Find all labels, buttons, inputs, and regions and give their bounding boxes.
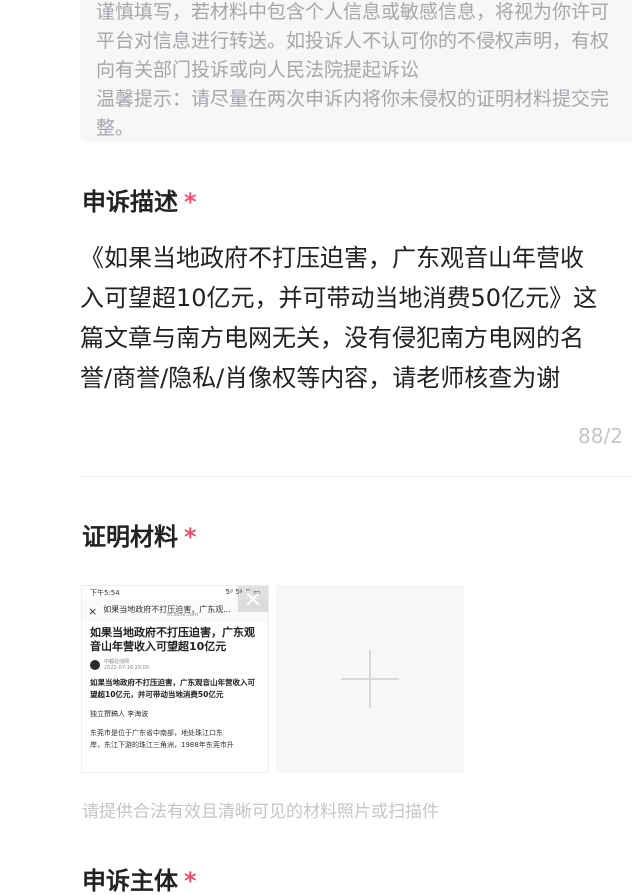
notice-line: 温馨提示：请尽量在两次申诉内将你未侵权的证明材料提交完 [96,88,610,110]
proof-image-thumbnail[interactable]: 下午5:54 5ᵍ 5ᵍ ⌔ ▭ × 如果当地政府不打压迫害，广东观... m.… [81,585,269,773]
add-image-button[interactable] [276,585,464,773]
status-time: 下午5:54 [90,589,120,597]
character-counter: 88/2 [578,424,623,448]
appeal-subject-title: 申诉主体 * [82,866,197,895]
article-body: 东莞市是位于广东省中南部，地处珠江口东 岸，东江下游的珠江三角洲，1988年东莞… [82,719,268,751]
article-summary: 如果当地政府不打压迫害，广东观音山年营收入可望超10亿元，并可带动当地消费50亿… [90,678,255,699]
notice-line: 谨慎填写，若材料中包含个人信息或敏感信息，将视为你许可 [96,1,610,23]
notice-line: 平台对信息进行转送。如投诉人不认可你的不侵权声明，有权 [96,30,610,52]
article-byline: 独立撰稿人 李海波 [90,710,149,718]
description-line: 誉/商誉/隐私/肖像权等内容，请老师核查为谢 [80,364,561,392]
notice-box: 谨慎填写，若材料中包含个人信息或敏感信息，将视为你许可 平台对信息进行转送。如投… [80,0,632,142]
author-meta: 中都在线网 2022-07-16 20:00 [104,659,149,671]
section-title-label: 申诉描述 [82,188,178,216]
notice-line: 整。 [96,117,135,139]
proof-material-title: 证明材料 * [82,522,197,552]
author-row: 中都在线网 2022-07-16 20:00 [82,654,268,671]
section-title-label: 申诉主体 [82,867,178,895]
plus-icon [341,650,399,708]
avatar [90,660,100,670]
author-date: 2022-07-16 20:00 [104,665,150,671]
close-icon [247,593,259,605]
description-line: 《如果当地政府不打压迫害，广东观音山年营收 [80,244,584,272]
remove-image-button[interactable] [238,586,268,612]
required-mark: * [184,188,197,216]
article-body-line: 岸，东江下游的珠江三角洲，1988年东莞市升 [90,741,234,749]
notice-line: 向有关部门投诉或向人民法院提起诉讼 [96,59,420,81]
required-mark: * [184,867,197,895]
required-mark: * [184,523,197,551]
appeal-description-textarea[interactable]: 《如果当地政府不打压迫害，广东观音山年营收 入可望超10亿元，并可带动当地消费5… [80,238,632,398]
proof-material-hint: 请提供合法有效且清晰可见的材料照片或扫描件 [82,802,439,822]
article-title: 如果当地政府不打压迫害，广东观音山年营收入可望超10亿元 [90,626,255,653]
description-line: 入可望超10亿元，并可带动当地消费50亿元》这 [80,284,598,312]
article-body-line: 东莞市是位于广东省中南部，地处珠江口东 [90,729,223,737]
nav-close-icon: × [88,604,98,618]
appeal-description-title: 申诉描述 * [82,187,197,217]
appeal-form-page: 谨慎填写，若材料中包含个人信息或敏感信息，将视为你许可 平台对信息进行转送。如投… [0,0,632,895]
section-title-label: 证明材料 [82,523,178,551]
divider [80,476,632,477]
description-line: 篇文章与南方电网无关，没有侵犯南方电网的名 [80,324,584,352]
